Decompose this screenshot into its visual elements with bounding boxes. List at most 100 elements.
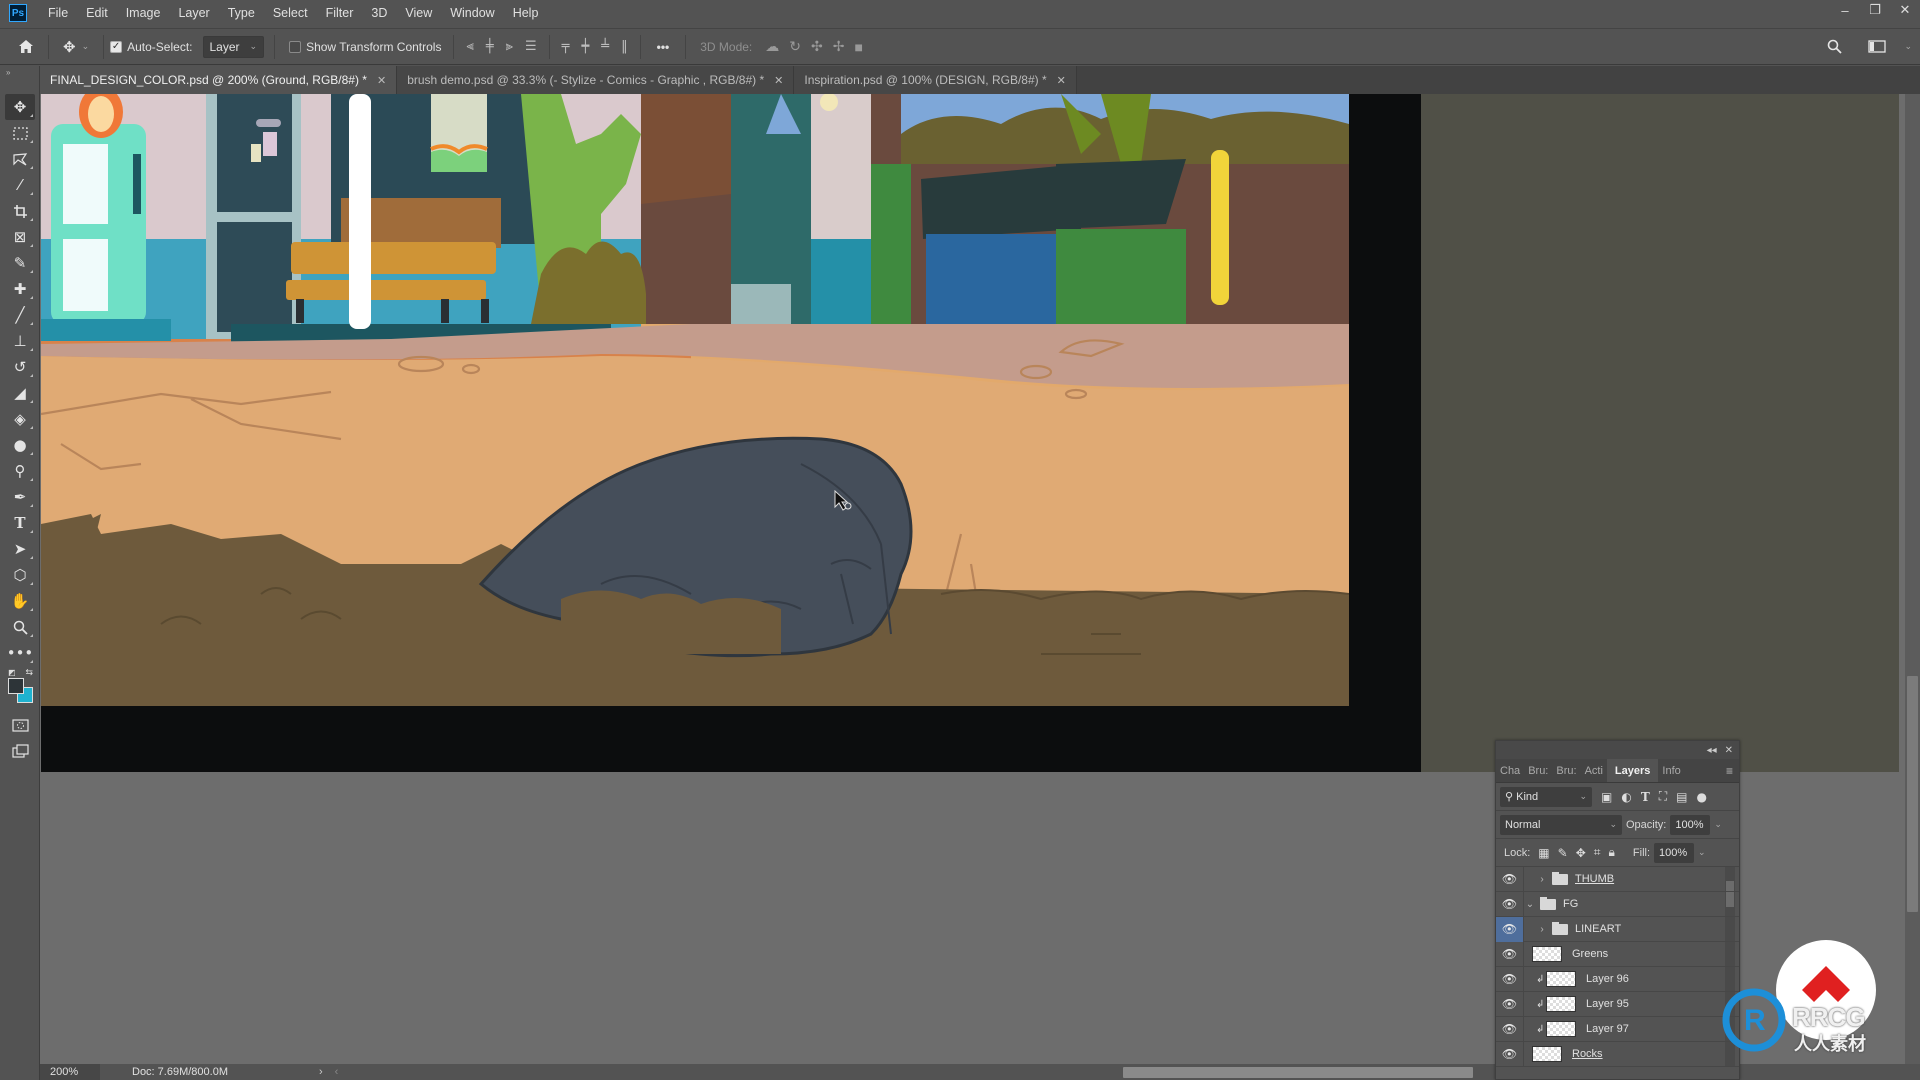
align-horizontal-center-icon[interactable]: ╪ <box>486 39 494 54</box>
fill-slider-toggle[interactable]: ⌄ <box>1698 847 1706 858</box>
tab-actions[interactable]: Acti <box>1581 759 1607 782</box>
clone-stamp-tool[interactable]: ⊥ <box>5 328 35 354</box>
workspace-icon[interactable] <box>1868 40 1887 53</box>
distribute-horizontal-icon[interactable]: ‖ <box>621 39 628 54</box>
hand-tool[interactable]: ✋ <box>5 588 35 614</box>
visibility-eye-icon[interactable]: 👁︎ <box>1496 916 1524 942</box>
move-tool[interactable]: ✥ <box>5 94 35 120</box>
restore-button[interactable]: ❐ <box>1860 0 1890 20</box>
zoom-level[interactable]: 200% <box>40 1064 100 1080</box>
align-top-icon[interactable]: ╤ <box>562 39 570 54</box>
lasso-tool[interactable] <box>5 146 35 172</box>
history-brush-tool[interactable]: ↺ <box>5 354 35 380</box>
brush-tool[interactable]: ╱ <box>5 302 35 328</box>
visibility-eye-icon[interactable]: 👁︎ <box>1496 866 1524 892</box>
menu-view[interactable]: View <box>396 6 441 20</box>
tab-brushes[interactable]: Bru: <box>1524 759 1552 782</box>
tab-brush-settings[interactable]: Bru: <box>1552 759 1580 782</box>
menu-file[interactable]: File <box>39 6 77 20</box>
menu-edit[interactable]: Edit <box>77 6 117 20</box>
close-panel-icon[interactable]: ✕ <box>1725 745 1733 756</box>
document-canvas[interactable] <box>41 94 1349 706</box>
filter-smart-object-icon[interactable]: ▤ <box>1676 790 1687 804</box>
3d-slide-icon[interactable]: ✢ <box>833 38 845 55</box>
lock-position-icon[interactable]: ✥ <box>1576 846 1586 860</box>
visibility-eye-icon[interactable]: 👁︎ <box>1496 966 1524 992</box>
search-icon[interactable] <box>1827 39 1843 54</box>
tab-brush-demo[interactable]: brush demo.psd @ 33.3% (- Stylize - Comi… <box>397 66 795 94</box>
visibility-eye-icon[interactable]: 👁︎ <box>1496 1016 1524 1042</box>
tab-channels[interactable]: Cha <box>1496 759 1524 782</box>
collapse-panel-icon[interactable]: ◂◂ <box>1707 745 1717 756</box>
opacity-slider-toggle[interactable]: ⌄ <box>1714 819 1722 830</box>
panel-menu-icon[interactable]: ≡ <box>1726 759 1739 782</box>
swap-colors-icon[interactable]: ⇆ <box>25 667 33 678</box>
3d-scale-icon[interactable]: ■ <box>854 39 862 55</box>
crop-tool[interactable] <box>5 198 35 224</box>
default-colors-icon[interactable]: ◩ <box>8 668 16 677</box>
chevron-right-icon[interactable]: › <box>1536 874 1548 885</box>
lock-all-icon[interactable]: 🔒︎ <box>1609 845 1615 860</box>
chevron-right-icon[interactable]: › <box>1536 924 1548 935</box>
status-menu-arrow[interactable]: › <box>319 1066 323 1078</box>
healing-brush-tool[interactable]: ✚ <box>5 276 35 302</box>
3d-roll-icon[interactable]: ↻ <box>789 38 801 55</box>
layer-rocks[interactable]: 👁︎ Rocks <box>1496 1041 1739 1067</box>
auto-select-target-dropdown[interactable]: Layer ⌄ <box>202 35 265 58</box>
dodge-tool[interactable]: ⚲ <box>5 458 35 484</box>
minimize-button[interactable]: – <box>1830 0 1860 20</box>
eraser-tool[interactable]: ◢ <box>5 380 35 406</box>
frame-tool[interactable]: ⊠ <box>5 224 35 250</box>
fill-input[interactable]: 100% <box>1654 842 1695 863</box>
3d-orbit-icon[interactable]: ☁ <box>765 38 779 55</box>
filter-type-icon[interactable]: T <box>1641 790 1650 804</box>
filter-shape-icon[interactable]: ⛶ <box>1659 789 1667 804</box>
tab-inspiration[interactable]: Inspiration.psd @ 100% (DESIGN, RGB/8#) … <box>794 66 1077 94</box>
visibility-eye-icon[interactable]: 👁︎ <box>1496 941 1524 967</box>
eyedropper-tool[interactable]: ✎ <box>5 250 35 276</box>
quick-mask-button[interactable] <box>5 712 35 738</box>
edit-toolbar-button[interactable]: ••• <box>5 640 35 666</box>
lock-image-icon[interactable]: ✎ <box>1558 846 1568 860</box>
more-options-button[interactable]: ••• <box>657 40 670 54</box>
screen-mode-button[interactable] <box>5 738 35 764</box>
lock-artboard-icon[interactable]: ⌗ <box>1594 845 1601 860</box>
visibility-eye-icon[interactable]: 👁︎ <box>1496 1041 1524 1067</box>
chevron-down-icon[interactable]: ⌄ <box>1904 41 1912 52</box>
collapse-icon[interactable]: » <box>0 66 39 77</box>
menu-filter[interactable]: Filter <box>317 6 363 20</box>
show-transform-checkbox[interactable] <box>289 40 302 53</box>
align-bottom-icon[interactable]: ╧ <box>601 39 609 54</box>
opacity-input[interactable]: 100% <box>1670 814 1711 835</box>
vertical-scrollbar[interactable] <box>1905 94 1920 1064</box>
layer-lineart[interactable]: 👁︎ › LINEART <box>1496 916 1739 942</box>
scroll-left-arrow[interactable]: ‹ <box>335 1066 339 1078</box>
menu-3d[interactable]: 3D <box>362 6 396 20</box>
marquee-tool[interactable] <box>5 120 35 146</box>
tab-layers[interactable]: Layers <box>1606 759 1659 782</box>
menu-image[interactable]: Image <box>117 6 170 20</box>
close-icon[interactable]: ✕ <box>377 74 386 87</box>
lock-transparent-icon[interactable]: ▦ <box>1538 846 1549 860</box>
distribute-vertical-icon[interactable]: ☰ <box>525 39 537 54</box>
layer-fg[interactable]: 👁︎ ⌄ FG <box>1496 891 1739 917</box>
close-button[interactable]: ✕ <box>1890 0 1920 20</box>
filter-kind-dropdown[interactable]: ⚲ Kind ⌄ <box>1500 786 1592 807</box>
blend-mode-dropdown[interactable]: Normal ⌄ <box>1500 814 1622 835</box>
shape-tool[interactable]: ⬡ <box>5 562 35 588</box>
foreground-color-swatch[interactable] <box>8 678 24 694</box>
pen-tool[interactable]: ✒ <box>5 484 35 510</box>
path-selection-tool[interactable]: ➤ <box>5 536 35 562</box>
filter-pixel-icon[interactable]: ▣ <box>1601 790 1612 804</box>
layer-95[interactable]: 👁︎ ↲ Layer 95 <box>1496 991 1739 1017</box>
align-left-icon[interactable]: ⫷ <box>466 39 473 54</box>
magic-wand-tool[interactable]: ⁄ <box>5 172 35 198</box>
menu-type[interactable]: Type <box>219 6 264 20</box>
align-right-icon[interactable]: ⫸ <box>506 39 513 54</box>
home-icon[interactable] <box>18 39 34 54</box>
blur-tool[interactable]: ● <box>5 432 35 458</box>
layer-97[interactable]: 👁︎ ↲ Layer 97 <box>1496 1016 1739 1042</box>
3d-pan-icon[interactable]: ✣ <box>811 38 823 55</box>
menu-layer[interactable]: Layer <box>169 6 218 20</box>
filter-adjustment-icon[interactable]: ◐ <box>1621 790 1631 804</box>
